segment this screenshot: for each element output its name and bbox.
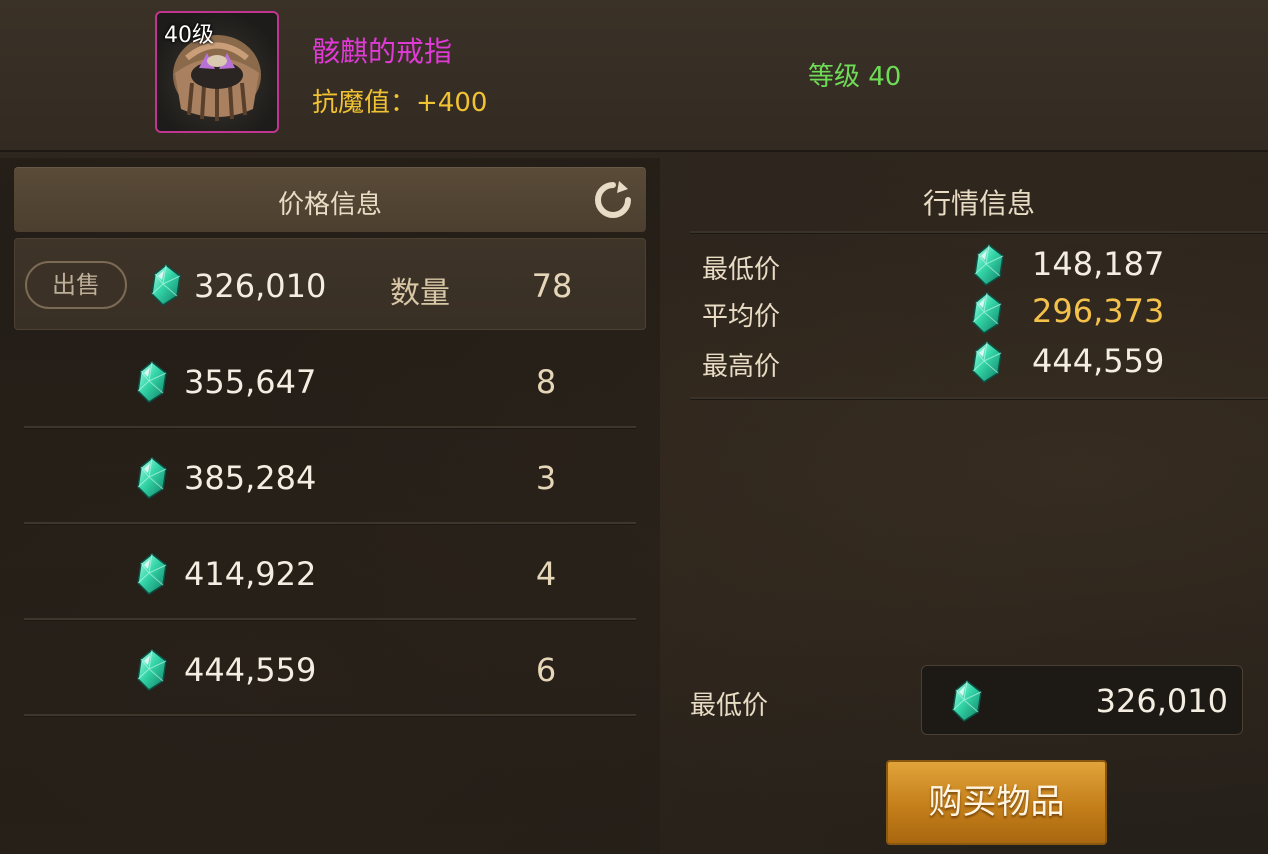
max-price-label: 最高价: [702, 352, 781, 382]
item-icon-frame[interactable]: 40级: [155, 11, 279, 133]
max-price-value: 444,559: [1032, 342, 1165, 380]
listing-price: 444,559: [184, 651, 317, 689]
diamond-gem-icon: [972, 244, 1006, 286]
buy-price-value: 326,010: [1095, 682, 1228, 720]
listing-quantity: 78: [531, 267, 573, 305]
listing-quantity: 6: [535, 651, 557, 689]
avg-price-label: 平均价: [702, 302, 781, 332]
diamond-gem-icon: [149, 264, 183, 306]
row-divider: [24, 618, 636, 620]
sell-button[interactable]: 出售: [25, 261, 127, 309]
buy-item-button[interactable]: 购买物品: [886, 760, 1107, 845]
price-info-header: 价格信息: [14, 167, 646, 232]
listing-quantity: 4: [535, 555, 557, 593]
price-info-title: 价格信息: [277, 190, 382, 220]
diamond-gem-icon: [970, 341, 1004, 383]
diamond-gem-icon: [970, 292, 1004, 334]
avg-price-value: 296,373: [1032, 292, 1165, 330]
buy-price-field[interactable]: 326,010: [921, 665, 1243, 735]
refresh-icon[interactable]: [592, 179, 634, 221]
item-level-requirement: 等级 40: [808, 62, 902, 92]
item-stat: 抗魔值：+400: [312, 88, 488, 118]
diamond-gem-icon: [950, 680, 984, 722]
row-divider: [24, 426, 636, 428]
market-divider-top: [690, 231, 1268, 233]
diamond-gem-icon: [135, 457, 169, 499]
listing-row-selected[interactable]: 出售 326,010 数量 78: [14, 238, 646, 330]
item-name: 骸麒的戒指: [312, 35, 453, 68]
listing-price: 326,010: [194, 267, 327, 305]
listing-price: 385,284: [184, 459, 317, 497]
min-price-value: 148,187: [1032, 245, 1165, 283]
quantity-label: 数量: [390, 276, 450, 311]
diamond-gem-icon: [135, 553, 169, 595]
row-divider: [24, 714, 636, 716]
item-header: 40级 骸麒的戒指 抗魔值：+400 等级 40: [0, 0, 1268, 152]
market-info-title: 行情信息: [922, 187, 1035, 220]
diamond-gem-icon: [135, 649, 169, 691]
min-price-label: 最低价: [702, 255, 781, 285]
listing-price: 355,647: [184, 363, 317, 401]
item-level-badge: 40级: [164, 23, 214, 48]
listing-price: 414,922: [184, 555, 317, 593]
market-divider-bottom: [690, 397, 1268, 399]
listing-quantity: 8: [535, 363, 557, 401]
diamond-gem-icon: [135, 361, 169, 403]
listing-quantity: 3: [535, 459, 557, 497]
row-divider: [24, 522, 636, 524]
buy-min-price-label: 最低价: [690, 691, 769, 721]
